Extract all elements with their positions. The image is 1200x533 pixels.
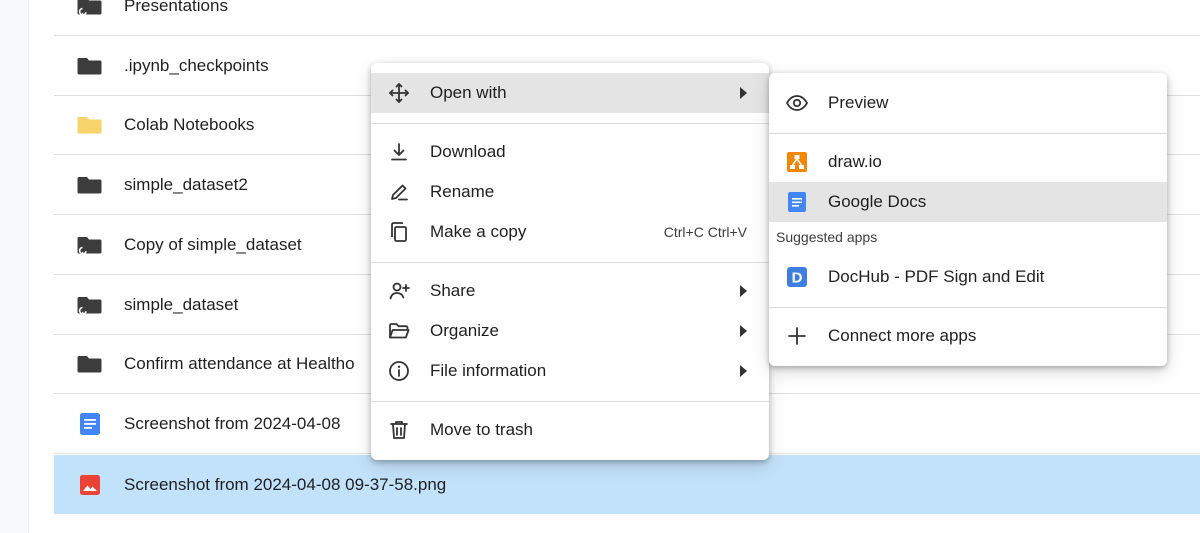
dochub-icon: D: [785, 265, 809, 289]
plus-icon: [785, 324, 809, 348]
pencil-icon: [387, 180, 411, 204]
submenu-item-connect-more-apps[interactable]: Connect more apps: [769, 316, 1167, 356]
submenu-arrow-icon: [740, 87, 747, 99]
menu-divider: [371, 262, 769, 263]
submenu-arrow-icon: [740, 325, 747, 337]
menu-item-label: Open with: [430, 83, 507, 102]
menu-divider: [371, 123, 769, 124]
menu-item-label: File information: [430, 361, 547, 380]
file-name: Screenshot from 2024-04-08 09-37-58.png: [124, 474, 447, 494]
folder-icon: [76, 171, 104, 199]
file-name: Screenshot from 2024-04-08: [124, 414, 341, 433]
menu-item-open-with[interactable]: Open with: [371, 73, 769, 113]
file-name: simple_dataset: [124, 295, 239, 314]
submenu-arrow-icon: [740, 365, 747, 377]
menu-item-share[interactable]: Share: [371, 271, 769, 311]
submenu-item-label: draw.io: [828, 152, 882, 171]
shared-folder-icon: [76, 291, 104, 319]
submenu-item-dochub[interactable]: D DocHub - PDF Sign and Edit: [769, 257, 1167, 297]
move-arrows-icon: [387, 81, 411, 105]
context-menu: Open with Download Rename Make a copy Ct…: [371, 63, 769, 460]
submenu-item-label: Connect more apps: [828, 326, 977, 345]
menu-item-rename[interactable]: Rename: [371, 172, 769, 212]
menu-item-move-to-trash[interactable]: Move to trash: [371, 410, 769, 450]
submenu-item-label: Google Docs: [828, 192, 927, 211]
google-doc-icon: [76, 410, 104, 438]
shared-folder-icon: [76, 0, 104, 20]
file-name: Colab Notebooks: [124, 115, 255, 134]
menu-item-make-copy[interactable]: Make a copy Ctrl+C Ctrl+V: [371, 212, 769, 252]
svg-text:D: D: [792, 270, 803, 287]
file-row-screenshot-png[interactable]: Screenshot from 2024-04-08 09-37-58.png: [54, 455, 1200, 514]
menu-item-shortcut: Ctrl+C Ctrl+V: [663, 224, 747, 240]
submenu-item-label: Preview: [828, 93, 889, 112]
file-name: Confirm attendance at Healtho: [124, 354, 355, 373]
submenu-arrow-icon: [740, 285, 747, 297]
folder-icon: [76, 52, 104, 80]
submenu-item-drawio[interactable]: draw.io: [769, 142, 1167, 182]
menu-item-download[interactable]: Download: [371, 132, 769, 172]
file-name: .ipynb_checkpoints: [124, 56, 269, 75]
submenu-item-google-docs[interactable]: Google Docs: [769, 182, 1167, 222]
submenu-item-preview[interactable]: Preview: [769, 83, 1167, 123]
drawio-icon: [785, 150, 809, 174]
info-icon: [387, 359, 411, 383]
file-name: Presentations: [124, 0, 228, 15]
submenu-item-label: DocHub - PDF Sign and Edit: [828, 267, 1045, 286]
eye-icon: [785, 91, 809, 115]
file-name: Copy of simple_dataset: [124, 235, 302, 254]
file-name: simple_dataset2: [124, 175, 248, 194]
trash-icon: [387, 418, 411, 442]
menu-divider: [371, 401, 769, 402]
file-row-presentations[interactable]: Presentations: [54, 0, 1200, 36]
menu-item-label: Move to trash: [430, 420, 533, 439]
submenu-divider: [769, 307, 1167, 308]
submenu-divider: [769, 133, 1167, 134]
menu-item-file-information[interactable]: File information: [371, 351, 769, 391]
download-icon: [387, 140, 411, 164]
suggested-apps-heading: Suggested apps: [776, 229, 878, 245]
open-with-submenu: Preview draw.io Google Docs Suggested ap…: [769, 73, 1167, 366]
menu-item-label: Make a copy: [430, 222, 527, 241]
menu-item-label: Share: [430, 281, 476, 300]
menu-item-label: Rename: [430, 182, 495, 201]
person-add-icon: [387, 279, 411, 303]
left-gutter: [0, 0, 29, 533]
menu-item-label: Organize: [430, 321, 499, 340]
google-docs-icon: [785, 190, 809, 214]
folder-icon: [76, 350, 104, 378]
shared-folder-icon: [76, 231, 104, 259]
menu-item-label: Download: [430, 142, 506, 161]
folder-yellow-icon: [76, 111, 104, 139]
menu-item-organize[interactable]: Organize: [371, 311, 769, 351]
copy-icon: [387, 220, 411, 244]
folder-open-icon: [387, 319, 411, 343]
image-file-icon: [76, 471, 104, 499]
